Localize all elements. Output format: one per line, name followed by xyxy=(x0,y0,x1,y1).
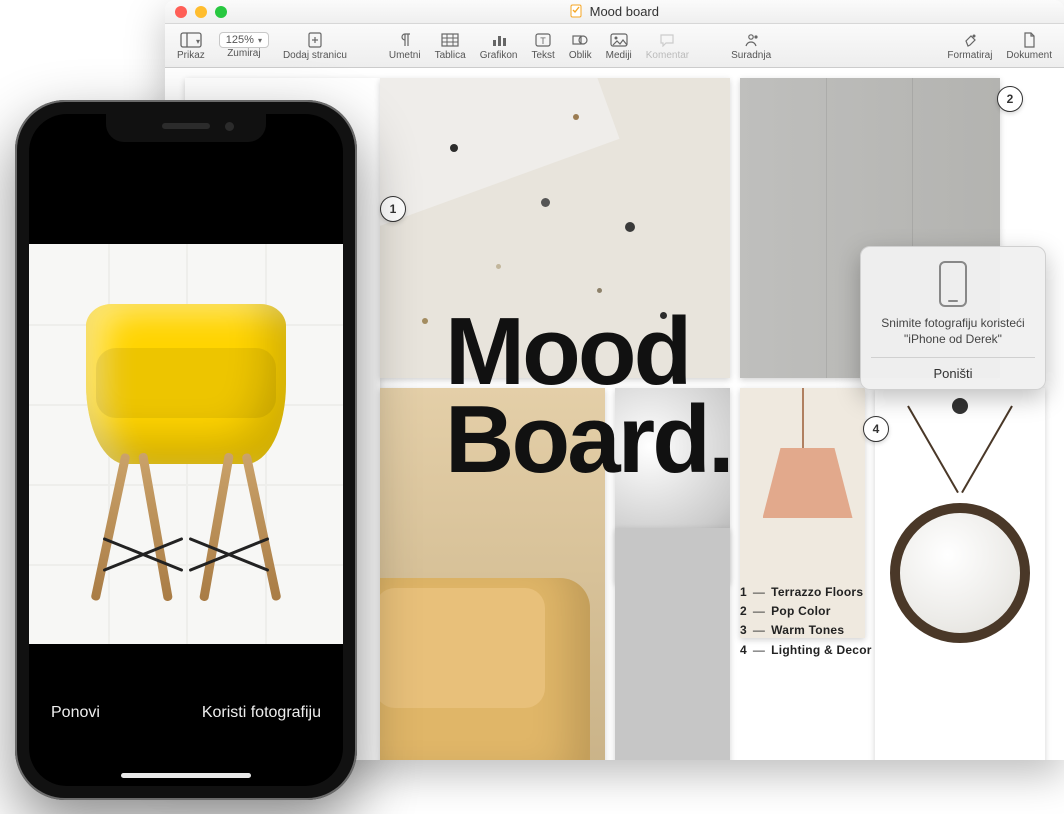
zoom-value: 125% xyxy=(226,34,254,46)
page-title: Mood Board. xyxy=(445,308,732,485)
title-line2: Board. xyxy=(445,396,732,484)
legend-item: 2—Pop Color xyxy=(740,602,970,621)
iphone-notch xyxy=(106,114,266,142)
callout-1: 1 xyxy=(380,196,406,222)
title-line1: Mood xyxy=(445,308,732,396)
document-icon xyxy=(1022,30,1036,50)
toolbar-insert-label: Umetni xyxy=(389,50,421,61)
comment-icon xyxy=(659,30,675,50)
tile-fur xyxy=(615,528,730,760)
document-title: Mood board xyxy=(165,4,1064,19)
legend-item: 1—Terrazzo Floors xyxy=(740,583,970,602)
toolbar-add-page-label: Dodaj stranicu xyxy=(283,50,347,61)
text-icon: T xyxy=(535,30,551,50)
toolbar-zoom[interactable]: 125% ▾ Zumiraj xyxy=(213,32,275,59)
iphone-icon xyxy=(939,261,967,307)
iphone-device: Ponovi Koristi fotografiju xyxy=(15,100,357,800)
toolbar-view-label: Prikaz xyxy=(177,50,205,61)
callout-2: 2 xyxy=(997,86,1023,112)
titlebar: Mood board xyxy=(165,0,1064,24)
toolbar-format[interactable]: Formatiraj xyxy=(941,30,998,61)
toolbar-chart-label: Grafikon xyxy=(480,50,518,61)
toolbar-shape-label: Oblik xyxy=(569,50,592,61)
toolbar-shape[interactable]: Oblik xyxy=(563,30,598,61)
zoom-value-box[interactable]: 125% ▾ xyxy=(219,32,269,48)
toolbar-zoom-label: Zumiraj xyxy=(227,48,260,59)
toolbar: ▾ Prikaz 125% ▾ Zumiraj Dodaj stranicu U… xyxy=(165,24,1064,68)
toolbar-comment: Komentar xyxy=(640,30,695,61)
toolbar-table[interactable]: Tablica xyxy=(429,30,472,61)
cancel-button[interactable]: Poništi xyxy=(871,357,1035,389)
toolbar-table-label: Tablica xyxy=(435,50,466,61)
toolbar-text-label: Tekst xyxy=(532,50,555,61)
format-icon xyxy=(962,30,978,50)
toolbar-view[interactable]: ▾ Prikaz xyxy=(171,30,211,61)
toolbar-comment-label: Komentar xyxy=(646,50,689,61)
chair-icon xyxy=(76,304,296,602)
continuity-camera-popover: Snimite fotografiju koristeći "iPhone od… xyxy=(860,246,1046,390)
toolbar-chart[interactable]: Grafikon xyxy=(474,30,524,61)
add-page-icon xyxy=(307,30,323,50)
toolbar-add-page[interactable]: Dodaj stranicu xyxy=(277,30,353,61)
toolbar-text[interactable]: T Tekst xyxy=(526,30,561,61)
chevron-down-icon: ▾ xyxy=(258,36,262,45)
toolbar-media[interactable]: Mediji xyxy=(600,30,638,61)
table-icon xyxy=(441,30,459,50)
callout-4: 4 xyxy=(863,416,889,442)
toolbar-document-label: Dokument xyxy=(1006,50,1052,61)
svg-text:▾: ▾ xyxy=(196,37,200,46)
retake-button[interactable]: Ponovi xyxy=(51,704,100,722)
chart-icon xyxy=(491,30,507,50)
toolbar-collaborate[interactable]: Suradnja xyxy=(725,30,777,61)
home-indicator[interactable] xyxy=(121,773,251,778)
camera-preview xyxy=(29,244,343,644)
toolbar-media-label: Mediji xyxy=(606,50,632,61)
legend: 1—Terrazzo Floors 2—Pop Color 3—Warm Ton… xyxy=(740,583,970,660)
media-icon xyxy=(610,30,628,50)
svg-text:T: T xyxy=(540,36,546,46)
lamp-icon xyxy=(763,388,843,518)
tile-mirror xyxy=(875,388,1045,760)
collaborate-icon xyxy=(743,30,759,50)
toolbar-insert[interactable]: Umetni xyxy=(383,30,427,61)
legend-item: 4—Lighting & Decor xyxy=(740,641,970,660)
toolbar-format-label: Formatiraj xyxy=(947,50,992,61)
paragraph-icon xyxy=(398,30,412,50)
legend-item: 3—Warm Tones xyxy=(740,621,970,640)
view-icon: ▾ xyxy=(180,30,202,50)
document-title-text: Mood board xyxy=(590,4,659,19)
camera-action-bar: Ponovi Koristi fotografiju xyxy=(29,666,343,786)
use-photo-button[interactable]: Koristi fotografiju xyxy=(202,704,321,722)
toolbar-document[interactable]: Dokument xyxy=(1000,30,1058,61)
shape-icon xyxy=(572,30,588,50)
popover-message: Snimite fotografiju koristeći "iPhone od… xyxy=(871,315,1035,357)
iphone-screen: Ponovi Koristi fotografiju xyxy=(29,114,343,786)
toolbar-collaborate-label: Suradnja xyxy=(731,50,771,61)
